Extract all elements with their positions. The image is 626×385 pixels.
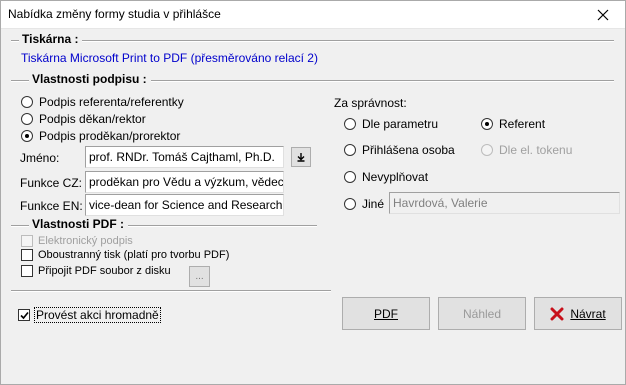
window-title: Nabídka změny formy studia v přihlášce	[8, 7, 221, 21]
radio-indicator	[344, 118, 356, 130]
checkbox-electronic-signature[interactable]: Elektronický podpis	[21, 235, 133, 247]
radio-correctness-token[interactable]: Dle el. tokenu	[481, 143, 572, 157]
function-en-field[interactable]: vice-dean for Science and Research	[85, 194, 284, 216]
radio-label: Podpis referenta/referentky	[39, 95, 184, 109]
radio-indicator	[344, 144, 356, 156]
checkmark-icon	[20, 311, 29, 320]
pdf-button[interactable]: PDF	[342, 297, 430, 330]
name-field[interactable]: prof. RNDr. Tomáš Cajthaml, Ph.D.	[85, 146, 284, 168]
radio-correctness-other[interactable]: Jiné	[344, 197, 384, 211]
checkbox-attach-pdf[interactable]: Připojit PDF soubor z disku	[21, 265, 171, 277]
signature-group-title: Vlastnosti podpisu :	[29, 72, 151, 86]
back-button[interactable]: Návrat	[534, 297, 622, 330]
title-bar: Nabídka změny formy studia v přihlášce	[1, 1, 625, 29]
printer-name: Tiskárna Microsoft Print to PDF (přesměr…	[21, 51, 318, 65]
checkbox-label: Oboustranný tisk (platí pro tvorbu PDF)	[38, 249, 230, 261]
pdf-group-title: Vlastnosti PDF :	[29, 217, 129, 231]
function-cz-label: Funkce CZ:	[20, 176, 83, 190]
other-person-field[interactable]: Havrdová, Valerie	[389, 192, 620, 214]
radio-label: Jiné	[362, 197, 385, 211]
checkbox-indicator	[21, 249, 33, 261]
red-x-icon	[550, 307, 564, 320]
radio-label: Nevyplňovat	[362, 170, 429, 184]
name-label: Jméno:	[20, 151, 60, 165]
function-en-label: Funkce EN:	[20, 199, 83, 213]
correctness-label: Za správnost:	[334, 96, 407, 110]
radio-indicator	[344, 198, 356, 210]
radio-indicator	[21, 113, 33, 125]
radio-label: Podpis děkan/rektor	[39, 112, 146, 126]
radio-indicator	[21, 96, 33, 108]
name-dropdown-button[interactable]	[291, 147, 311, 167]
function-cz-field[interactable]: proděkan pro Vědu a výzkum, vědec	[85, 171, 284, 193]
pdf-button-label: PDF	[374, 306, 398, 321]
checkbox-duplex[interactable]: Oboustranný tisk (platí pro tvorbu PDF)	[21, 249, 229, 261]
preview-button-label: Náhled	[462, 306, 502, 321]
radio-label: Podpis proděkan/prorektor	[39, 129, 181, 143]
radio-label: Přihlášena osoba	[362, 143, 455, 157]
checkbox-indicator	[21, 235, 33, 247]
download-arrow-icon	[297, 153, 305, 162]
printer-group-border	[11, 40, 614, 42]
radio-correctness-logged-user[interactable]: Přihlášena osoba	[344, 143, 455, 157]
close-button[interactable]	[581, 1, 625, 29]
checkbox-indicator	[18, 309, 30, 321]
bottom-separator	[11, 290, 331, 292]
radio-correctness-parameter[interactable]: Dle parametru	[344, 117, 438, 131]
radio-indicator	[344, 171, 356, 183]
radio-label: Dle parametru	[362, 117, 439, 131]
preview-button[interactable]: Náhled	[438, 297, 526, 330]
radio-correctness-not-filled[interactable]: Nevyplňovat	[344, 170, 428, 184]
radio-correctness-referent[interactable]: Referent	[481, 117, 545, 131]
back-button-label: Návrat	[570, 306, 606, 321]
checkbox-indicator	[21, 265, 33, 277]
checkbox-bulk-action[interactable]: Provést akci hromadně	[18, 307, 161, 323]
dialog-window: Nabídka změny formy studia v přihlášce T…	[0, 0, 626, 385]
printer-group-title: Tiskárna :	[19, 32, 83, 46]
browse-button[interactable]: ...	[189, 266, 210, 287]
radio-label: Referent	[499, 117, 546, 131]
radio-indicator	[21, 130, 33, 142]
checkbox-label: Elektronický podpis	[38, 235, 133, 247]
checkbox-label: Provést akci hromadně	[34, 307, 161, 323]
radio-signature-referent[interactable]: Podpis referenta/referentky	[21, 95, 184, 109]
close-icon	[597, 9, 609, 21]
radio-indicator	[481, 144, 493, 156]
radio-signature-vicedean[interactable]: Podpis proděkan/prorektor	[21, 129, 180, 143]
radio-indicator	[481, 118, 493, 130]
checkbox-label: Připojit PDF soubor z disku	[38, 265, 171, 277]
radio-signature-dean[interactable]: Podpis děkan/rektor	[21, 112, 146, 126]
radio-label: Dle el. tokenu	[499, 143, 573, 157]
